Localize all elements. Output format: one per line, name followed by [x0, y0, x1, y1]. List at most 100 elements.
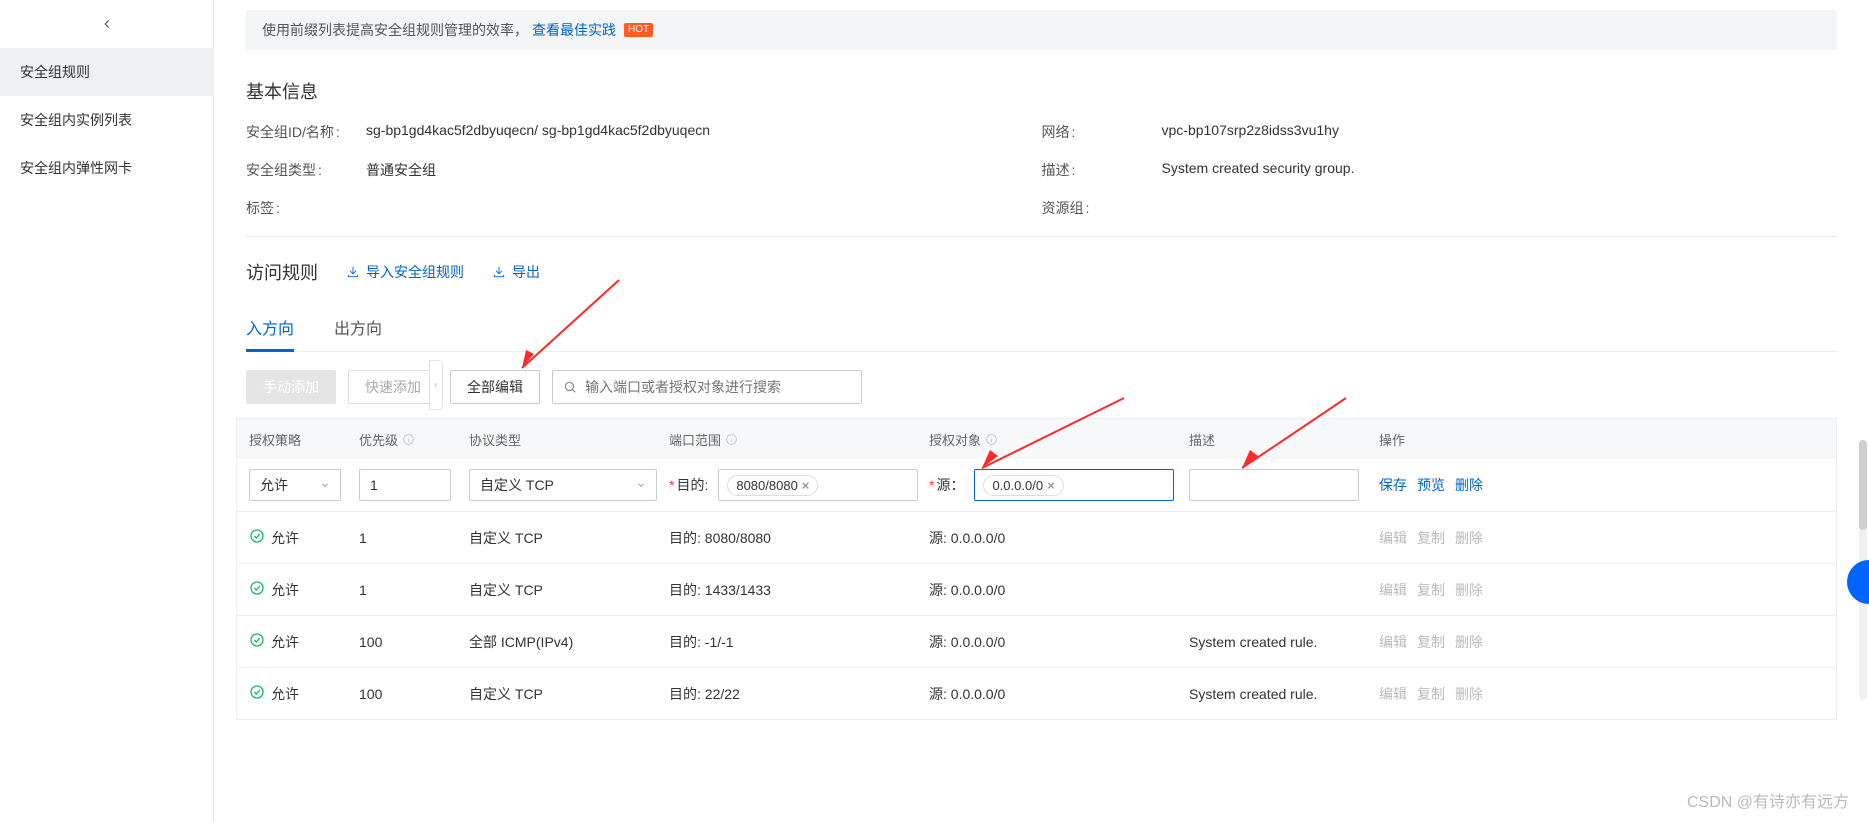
scrollbar-thumb[interactable]: [1859, 440, 1867, 530]
port-chip: 8080/8080 ×: [727, 475, 818, 496]
back-button[interactable]: [0, 0, 213, 48]
target-chip: 0.0.0.0/0 ×: [983, 475, 1063, 496]
table-row: 允许 100 自定义 TCP 目的: 22/22 源: 0.0.0.0/0 Sy…: [237, 668, 1836, 720]
sidebar: 安全组规则 安全组内实例列表 安全组内弹性网卡: [0, 0, 214, 822]
sidebar-item-label: 安全组规则: [20, 64, 90, 80]
access-rules-header: 访问规则 导入安全组规则 导出: [246, 259, 1837, 285]
th-policy: 授权策略: [249, 430, 359, 449]
import-rules-link[interactable]: 导入安全组规则: [346, 262, 464, 282]
cell-port: 目的: 22/22: [669, 684, 929, 704]
rules-search[interactable]: [552, 370, 862, 404]
main-content: 使用前缀列表提高安全组规则管理的效率， 查看最佳实践 HOT 基本信息 安全组I…: [214, 0, 1869, 822]
priority-input[interactable]: 1: [359, 469, 451, 501]
search-input[interactable]: [585, 379, 851, 395]
allow-icon: [249, 528, 265, 547]
action-delete[interactable]: 删除: [1455, 684, 1483, 704]
cell-policy: 允许: [271, 684, 299, 704]
target-input[interactable]: 0.0.0.0/0 ×: [974, 469, 1174, 501]
export-rules-link[interactable]: 导出: [492, 262, 540, 282]
th-desc: 描述: [1189, 430, 1379, 449]
cell-protocol: 全部 ICMP(IPv4): [469, 632, 669, 652]
cell-port: 目的: 1433/1433: [669, 580, 929, 600]
priority-value: 1: [370, 477, 378, 493]
action-delete[interactable]: 删除: [1455, 580, 1483, 600]
action-delete[interactable]: 删除: [1455, 475, 1483, 495]
cell-policy: 允许: [271, 632, 299, 652]
manual-add-button[interactable]: 手动添加: [246, 370, 336, 404]
cell-desc: System created rule.: [1189, 686, 1379, 702]
edit-all-button[interactable]: 全部编辑: [450, 370, 540, 404]
banner-text: 使用前缀列表提高安全组规则管理的效率，: [262, 20, 528, 40]
cell-protocol: 自定义 TCP: [469, 684, 669, 704]
cell-target: 源: 0.0.0.0/0: [929, 632, 1189, 652]
banner-link[interactable]: 查看最佳实践: [532, 20, 616, 40]
action-edit[interactable]: 编辑: [1379, 580, 1407, 600]
desc-input[interactable]: [1189, 469, 1359, 501]
action-edit[interactable]: 编辑: [1379, 684, 1407, 704]
tab-outbound[interactable]: 出方向: [334, 315, 382, 351]
search-icon: [563, 380, 577, 394]
info-icon[interactable]: [725, 432, 739, 446]
allow-icon: [249, 684, 265, 703]
action-copy[interactable]: 复制: [1417, 684, 1445, 704]
cell-target: 源: 0.0.0.0/0: [929, 580, 1189, 600]
label-sg-id: 安全组ID/名称: [246, 122, 356, 142]
cell-target: 源: 0.0.0.0/0: [929, 684, 1189, 704]
cell-desc: System created rule.: [1189, 634, 1379, 650]
label-resgroup: 资源组: [1042, 198, 1152, 218]
th-action: 操作: [1379, 430, 1509, 449]
hot-badge: HOT: [624, 23, 653, 37]
cell-priority: 100: [359, 634, 469, 650]
tab-label: 出方向: [334, 321, 382, 338]
target-label: *源：: [929, 475, 964, 495]
sidebar-collapse-handle[interactable]: [429, 360, 443, 410]
chevron-down-icon: [320, 480, 330, 490]
action-delete[interactable]: 删除: [1455, 528, 1483, 548]
sidebar-item-eni[interactable]: 安全组内弹性网卡: [0, 144, 213, 192]
label-sg-type: 安全组类型: [246, 160, 356, 180]
chip-remove-icon[interactable]: ×: [802, 478, 810, 493]
action-save[interactable]: 保存: [1379, 475, 1407, 495]
cell-priority: 100: [359, 686, 469, 702]
port-input[interactable]: 8080/8080 ×: [718, 469, 918, 501]
action-copy[interactable]: 复制: [1417, 632, 1445, 652]
action-edit[interactable]: 编辑: [1379, 528, 1407, 548]
protocol-select[interactable]: 自定义 TCP: [469, 469, 657, 501]
direction-tabs: 入方向 出方向: [246, 315, 1837, 352]
cell-policy: 允许: [271, 528, 299, 548]
th-priority: 优先级: [359, 430, 469, 449]
rules-toolbar: 手动添加 快速添加 全部编辑: [246, 370, 1837, 404]
th-protocol: 协议类型: [469, 430, 669, 449]
value-sg-type: 普通安全组: [366, 160, 436, 180]
sidebar-item-label: 安全组内弹性网卡: [20, 160, 132, 176]
allow-icon: [249, 632, 265, 651]
value-sg-id: sg-bp1gd4kac5f2dbyuqecn/ sg-bp1gd4kac5f2…: [366, 122, 710, 142]
chevron-left-icon: [100, 17, 114, 31]
info-icon[interactable]: [402, 432, 416, 446]
access-rules-title: 访问规则: [246, 259, 318, 285]
action-copy[interactable]: 复制: [1417, 580, 1445, 600]
sidebar-item-rules[interactable]: 安全组规则: [0, 48, 213, 96]
side-fab[interactable]: [1847, 560, 1869, 604]
upload-icon: [346, 265, 360, 279]
value-network: vpc-bp107srp2z8idss3vu1hy: [1162, 122, 1339, 142]
export-rules-label: 导出: [512, 262, 540, 282]
tab-inbound[interactable]: 入方向: [246, 315, 294, 351]
action-edit[interactable]: 编辑: [1379, 632, 1407, 652]
policy-select[interactable]: 允许: [249, 469, 341, 501]
cell-priority: 1: [359, 582, 469, 598]
info-icon[interactable]: [985, 432, 999, 446]
quick-add-button[interactable]: 快速添加: [348, 370, 438, 404]
rules-table: 授权策略 优先级 协议类型 端口范围 授权对象 描述 操作 允许: [236, 418, 1837, 720]
action-delete[interactable]: 删除: [1455, 632, 1483, 652]
table-row: 允许 1 自定义 TCP 目的: 8080/8080 源: 0.0.0.0/0 …: [237, 512, 1836, 564]
table-row: 允许 1 自定义 TCP 目的: 1433/1433 源: 0.0.0.0/0 …: [237, 564, 1836, 616]
action-preview[interactable]: 预览: [1417, 475, 1445, 495]
download-icon: [492, 265, 506, 279]
action-copy[interactable]: 复制: [1417, 528, 1445, 548]
chip-remove-icon[interactable]: ×: [1047, 478, 1055, 493]
policy-value: 允许: [260, 475, 288, 495]
sidebar-item-label: 安全组内实例列表: [20, 112, 132, 128]
section-divider: [246, 236, 1837, 237]
sidebar-item-instances[interactable]: 安全组内实例列表: [0, 96, 213, 144]
